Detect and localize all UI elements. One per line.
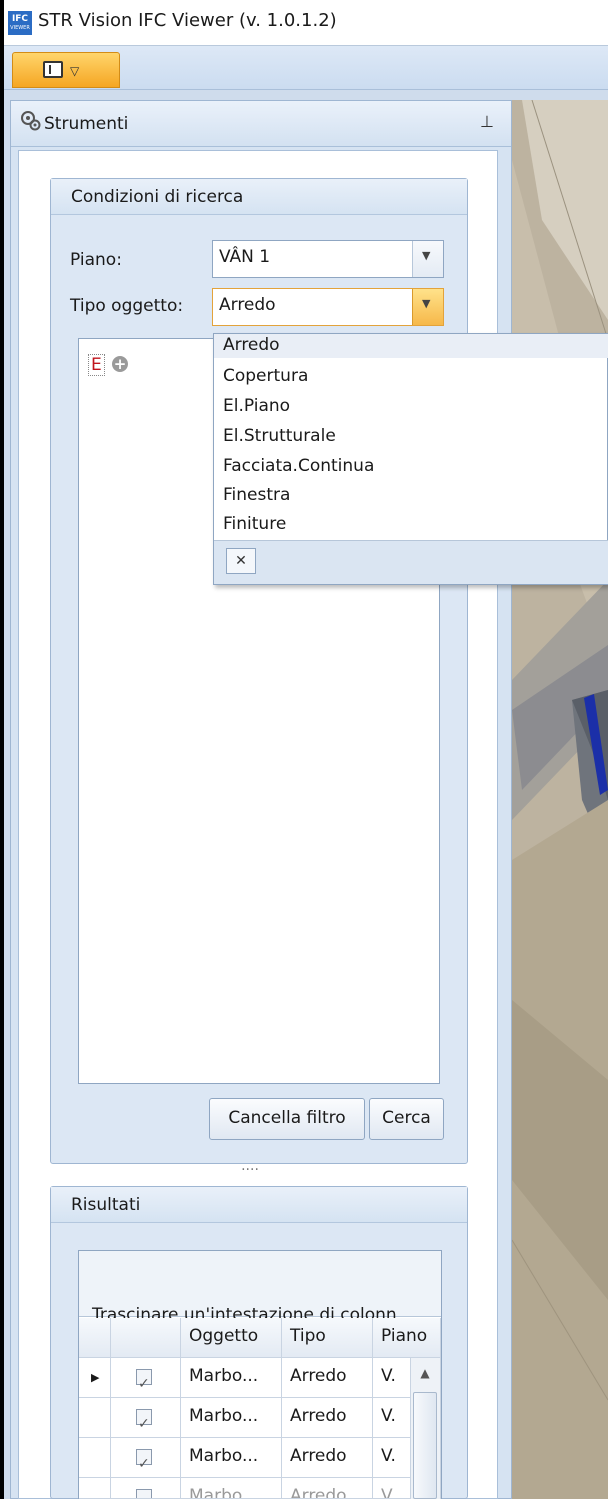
dropdown-option-el-piano[interactable]: El.Piano <box>223 396 290 416</box>
scrollbar-thumb[interactable] <box>413 1392 437 1499</box>
column-header-tipo[interactable]: Tipo <box>282 1318 373 1358</box>
cell-tipo[interactable]: Arredo <box>282 1478 373 1499</box>
row-checkbox[interactable] <box>136 1366 152 1397</box>
gear-icon <box>20 110 42 132</box>
row-selector[interactable]: ▶ <box>79 1358 111 1398</box>
cell-tipo[interactable]: Arredo <box>282 1398 373 1438</box>
row-checkbox-cell[interactable] <box>111 1358 181 1398</box>
row-selector[interactable] <box>79 1478 111 1499</box>
row-checkbox-cell[interactable] <box>111 1478 181 1499</box>
row-selector[interactable] <box>79 1438 111 1478</box>
column-header-oggetto[interactable]: Oggetto <box>181 1318 282 1358</box>
cell-tipo[interactable]: Arredo <box>282 1438 373 1478</box>
row-selector[interactable] <box>79 1398 111 1438</box>
pin-icon[interactable]: ⊥ <box>480 112 494 131</box>
row-checkbox-cell[interactable] <box>111 1438 181 1478</box>
dropdown-footer <box>214 540 608 584</box>
piano-select[interactable]: VÂN 1 ▼ <box>212 240 444 278</box>
search-button[interactable]: Cerca <box>369 1098 444 1140</box>
tipo-oggetto-dropdown-button[interactable]: ▼ <box>412 289 443 325</box>
tipo-oggetto-value: Arredo <box>219 295 276 315</box>
chevron-down-icon: ▽ <box>70 64 80 78</box>
cell-oggetto[interactable]: Marbo... <box>181 1478 282 1499</box>
dropdown-option-finiture[interactable]: Finiture <box>223 514 286 534</box>
app-menu-button[interactable]: ▽ <box>12 52 120 88</box>
tipo-oggetto-select[interactable]: Arredo ▼ <box>212 288 444 326</box>
column-header-piano[interactable]: Piano <box>373 1318 441 1358</box>
cell-oggetto[interactable]: Marbo... <box>181 1438 282 1478</box>
app-icon: IFC VIEWER <box>8 11 32 35</box>
3d-viewport[interactable] <box>512 100 608 1499</box>
row-checkbox[interactable] <box>136 1486 152 1498</box>
cell-oggetto[interactable]: Marbo... <box>181 1398 282 1438</box>
dropdown-option-el-strutturale[interactable]: El.Strutturale <box>223 426 336 446</box>
results-title: Risultati <box>51 1187 467 1223</box>
scroll-up-icon[interactable]: ▲ <box>410 1358 440 1388</box>
3d-model-render <box>512 100 608 1499</box>
row-checkbox-cell[interactable] <box>111 1398 181 1438</box>
dropdown-option-finestra[interactable]: Finestra <box>223 485 290 505</box>
check-column-header[interactable] <box>111 1318 181 1358</box>
window-title: STR Vision IFC Viewer (v. 1.0.1.2) <box>38 10 337 31</box>
dropdown-option-copertura[interactable]: Copertura <box>223 366 308 386</box>
row-indicator-header <box>79 1318 111 1358</box>
cell-tipo[interactable]: Arredo <box>282 1358 373 1398</box>
current-row-icon: ▶ <box>91 1371 100 1384</box>
row-checkbox[interactable] <box>136 1406 152 1437</box>
clear-icon[interactable]: ✕ <box>226 548 256 574</box>
splitter-handle[interactable]: ···· <box>230 1163 270 1178</box>
clear-filter-button[interactable]: Cancella filtro <box>209 1098 365 1140</box>
dropdown-option-arredo[interactable]: Arredo <box>223 335 280 355</box>
piano-label: Piano: <box>70 250 122 270</box>
cell-oggetto[interactable]: Marbo... <box>181 1358 282 1398</box>
piano-dropdown-button[interactable]: ▼ <box>412 241 443 277</box>
row-checkbox[interactable] <box>136 1446 152 1477</box>
search-conditions-title: Condizioni di ricerca <box>51 179 467 215</box>
dropdown-option-facciata-continua[interactable]: Facciata.Continua <box>223 456 374 476</box>
chevron-down-icon: ▼ <box>422 297 431 310</box>
filter-root-token[interactable]: E <box>88 354 105 376</box>
piano-value: VÂN 1 <box>219 247 271 267</box>
chevron-down-icon: ▼ <box>422 249 431 262</box>
add-condition-icon[interactable]: + <box>112 356 128 372</box>
panel-layout-icon <box>43 61 63 78</box>
tipo-oggetto-label: Tipo oggetto: <box>70 296 184 316</box>
panel-title: Strumenti <box>44 114 129 134</box>
